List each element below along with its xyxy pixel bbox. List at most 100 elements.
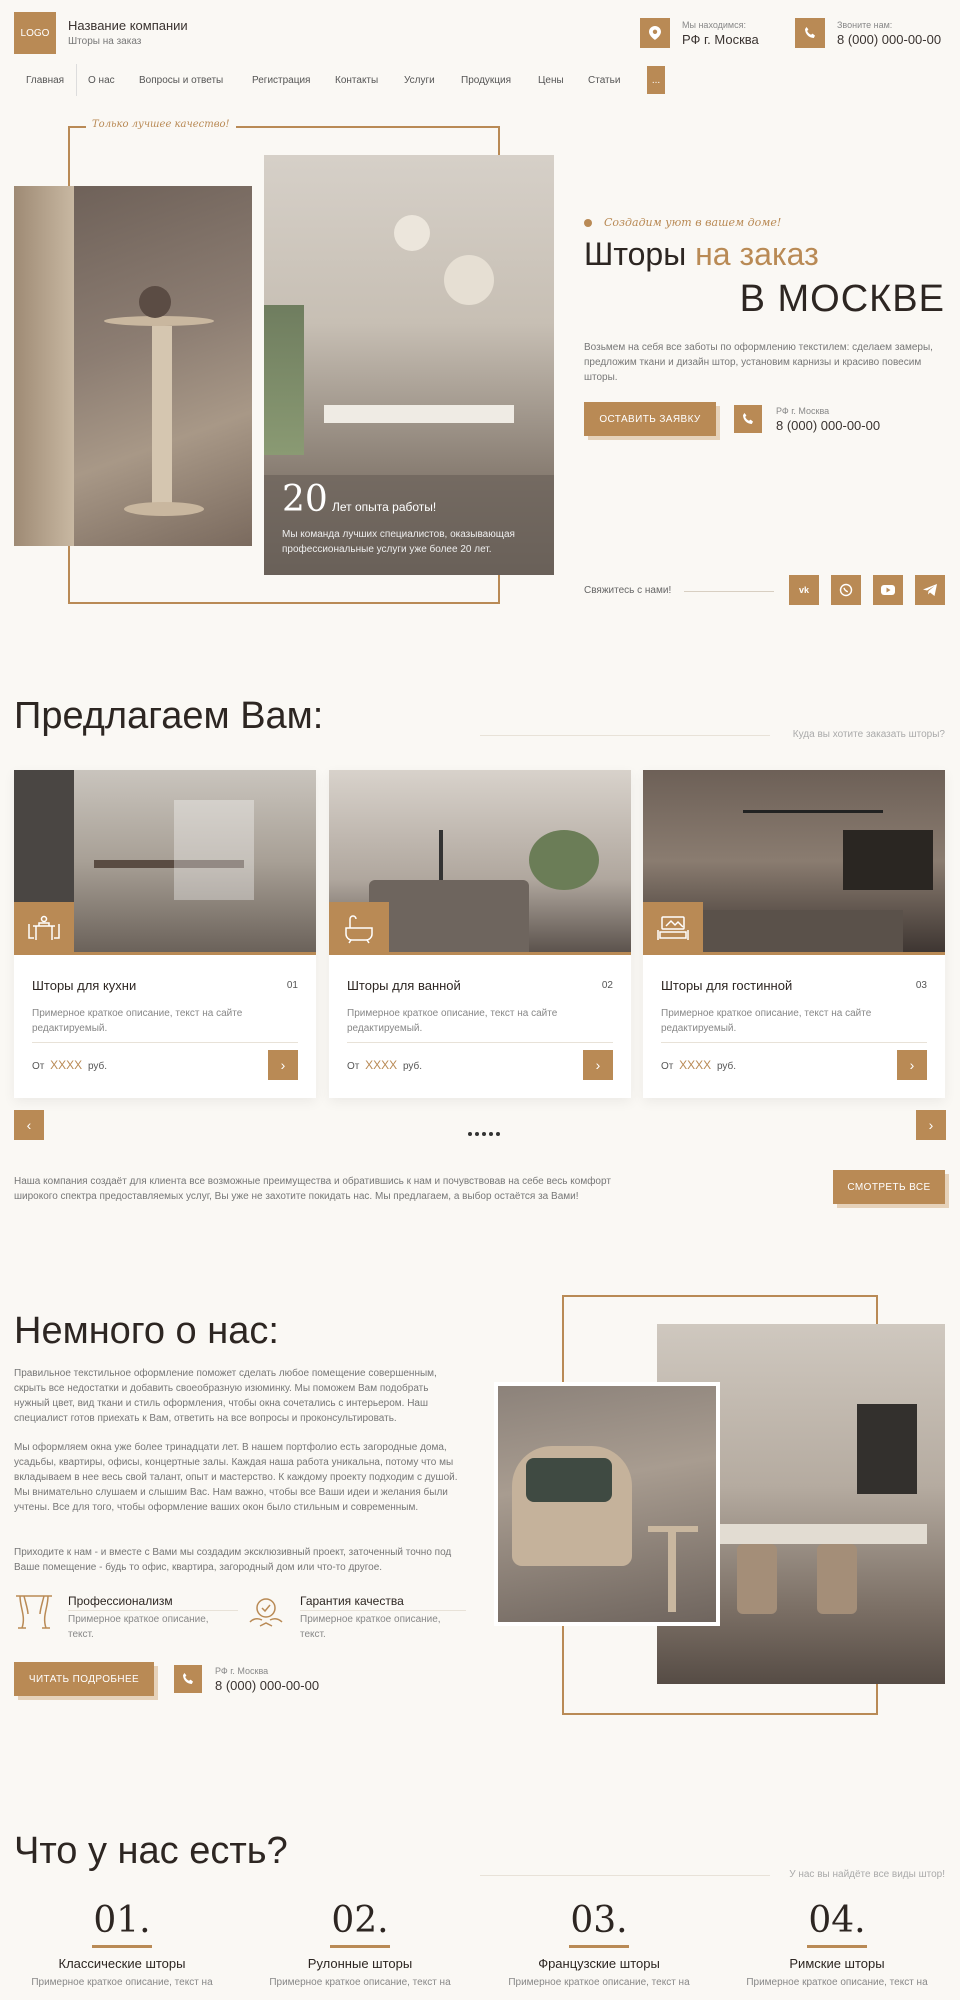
type-number: 02.: [331, 1900, 389, 1941]
offer-title: Шторы для гостинной: [661, 978, 793, 993]
social-label: Свяжитесь с нами!: [584, 585, 672, 596]
header: LOGO Название компании Шторы на заказ Мы…: [0, 0, 960, 60]
hero-title-part2: на заказ: [695, 236, 819, 272]
type-title: Классические шторы: [58, 1956, 186, 1971]
slider-prev-button[interactable]: ‹: [14, 1110, 44, 1140]
offer-arrow-button[interactable]: ›: [897, 1050, 927, 1080]
feature-desc: Примерное краткое описание, текст.: [68, 1614, 209, 1640]
main-nav: Главная О нас Вопросы и ответы Регистрац…: [14, 64, 714, 96]
quality-badge-icon: [246, 1592, 286, 1637]
vk-icon[interactable]: vk: [789, 575, 819, 605]
features-divider: [68, 1610, 238, 1611]
offer-price: От XXXX руб.: [347, 1058, 422, 1072]
types-title: Что у нас есть?: [14, 1830, 288, 1872]
feature-title: Гарантия качества: [300, 1594, 404, 1608]
phone-value[interactable]: 8 (000) 000-00-00: [837, 32, 941, 47]
type-title: Римские шторы: [789, 1956, 885, 1971]
read-more-button[interactable]: ЧИТАТЬ ПОДРОБНЕЕ: [14, 1662, 154, 1696]
offer-number: 02: [601, 980, 613, 991]
type-title: Рулонные шторы: [307, 1956, 413, 1971]
offer-price: От XXXX руб.: [661, 1058, 736, 1072]
slider-dots[interactable]: [468, 1132, 500, 1136]
dining-table-icon: [14, 902, 74, 955]
social-divider: [684, 591, 774, 592]
slider-dot[interactable]: [489, 1132, 493, 1136]
offer-arrow-button[interactable]: ›: [268, 1050, 298, 1080]
type-desc: Примерное краткое описание, текст на: [746, 1977, 928, 1988]
offer-price-from: От: [347, 1061, 360, 1072]
types-side-note: У нас вы найдёте все виды штор!: [789, 1869, 945, 1880]
nav-item-contacts[interactable]: Контакты: [335, 75, 378, 86]
offers-title: Предлагаем Вам:: [14, 695, 324, 737]
bathtub-icon: [329, 902, 389, 955]
offer-price: От XXXX руб.: [32, 1058, 107, 1072]
offer-number: 03: [915, 980, 927, 991]
about-paragraph-3: Приходите к нам - и вместе с Вами мы соз…: [14, 1547, 452, 1573]
logo[interactable]: LOGO: [14, 12, 56, 54]
nav-item-home[interactable]: Главная: [26, 75, 64, 86]
slider-dot[interactable]: [496, 1132, 500, 1136]
whatsapp-icon[interactable]: [831, 575, 861, 605]
offer-card-living-room[interactable]: Шторы для гостинной 03 Примерное краткое…: [643, 770, 945, 1098]
phone-label: Звоните нам:: [837, 20, 893, 30]
hero-title-part1: Шторы: [584, 236, 687, 272]
type-item-classic[interactable]: 01. Классические шторы Примерное краткое…: [14, 1900, 230, 2000]
experience-label: Лет опыта работы!: [332, 500, 437, 514]
offers-side-note: Куда вы хотите заказать шторы?: [792, 729, 945, 740]
offer-price-unit: руб.: [716, 1061, 737, 1072]
offer-price-unit: руб.: [402, 1061, 423, 1072]
feature-desc: Примерное краткое описание, текст.: [300, 1614, 441, 1640]
nav-item-prices[interactable]: Цены: [538, 75, 564, 86]
slider-next-button[interactable]: ›: [916, 1110, 946, 1140]
offer-price-from: От: [661, 1061, 674, 1072]
offer-divider: [661, 1042, 927, 1043]
nav-more-button[interactable]: ...: [647, 66, 665, 94]
offer-price-unit: руб.: [87, 1061, 108, 1072]
slider-dot[interactable]: [468, 1132, 472, 1136]
type-number: 01.: [93, 1900, 151, 1941]
phone-icon[interactable]: [795, 18, 825, 48]
nav-item-registration[interactable]: Регистрация: [252, 75, 310, 86]
type-item-roman[interactable]: 04. Римские шторы Примерное краткое опис…: [729, 1900, 945, 2000]
nav-item-services[interactable]: Услуги: [404, 75, 435, 86]
hero-contact-city: РФ г. Москва: [776, 406, 830, 416]
hero-contact-phone[interactable]: 8 (000) 000-00-00: [776, 418, 880, 433]
offer-divider: [347, 1042, 613, 1043]
offer-card-kitchen[interactable]: Шторы для кухни 01 Примерное краткое опи…: [14, 770, 316, 1098]
offers-text: Наша компания создаёт для клиента все во…: [14, 1176, 611, 1202]
type-number: 04.: [808, 1900, 866, 1941]
location-value: РФ г. Москва: [682, 32, 759, 47]
location-label: Мы находимся:: [682, 20, 746, 30]
about-paragraph-2: Мы оформляем окна уже более тринадцати л…: [14, 1442, 458, 1513]
slider-dot[interactable]: [475, 1132, 479, 1136]
page: LOGO Название компании Шторы на заказ Мы…: [0, 0, 960, 2000]
about-title: Немного о нас:: [14, 1310, 279, 1352]
curtains-icon: [14, 1592, 54, 1637]
nav-item-faq[interactable]: Вопросы и ответы: [139, 75, 223, 86]
nav-item-products[interactable]: Продукция: [461, 75, 511, 86]
see-all-button[interactable]: СМОТРЕТЬ ВСЕ: [833, 1170, 945, 1204]
type-item-french[interactable]: 03. Французские шторы Примерное краткое …: [491, 1900, 707, 2000]
feature-professionalism: Профессионализм Примерное краткое описан…: [14, 1590, 234, 1640]
experience-text: Мы команда лучших специалистов, оказываю…: [282, 529, 515, 555]
offer-card-bathroom[interactable]: Шторы для ванной 02 Примерное краткое оп…: [329, 770, 631, 1098]
request-button[interactable]: ОСТАВИТЬ ЗАЯВКУ: [584, 402, 716, 436]
hero-phone-icon[interactable]: [734, 405, 762, 433]
offer-arrow-button[interactable]: ›: [583, 1050, 613, 1080]
youtube-icon[interactable]: [873, 575, 903, 605]
nav-item-articles[interactable]: Статьи: [588, 75, 620, 86]
type-item-roller[interactable]: 02. Рулонные шторы Примерное краткое опи…: [252, 1900, 468, 2000]
location-pin-icon: [640, 18, 670, 48]
nav-item-about[interactable]: О нас: [88, 75, 115, 86]
type-desc: Примерное краткое описание, текст на: [269, 1977, 451, 1988]
telegram-icon[interactable]: [915, 575, 945, 605]
type-number: 03.: [570, 1900, 628, 1941]
feature-quality: Гарантия качества Примерное краткое опис…: [246, 1590, 466, 1640]
offer-divider: [32, 1042, 298, 1043]
slider-dot[interactable]: [482, 1132, 486, 1136]
type-title: Французские шторы: [538, 1956, 660, 1971]
type-underline: [807, 1945, 867, 1948]
about-contact-phone[interactable]: 8 (000) 000-00-00: [215, 1678, 319, 1693]
about-phone-icon[interactable]: [174, 1665, 202, 1693]
offer-price-from: От: [32, 1061, 45, 1072]
